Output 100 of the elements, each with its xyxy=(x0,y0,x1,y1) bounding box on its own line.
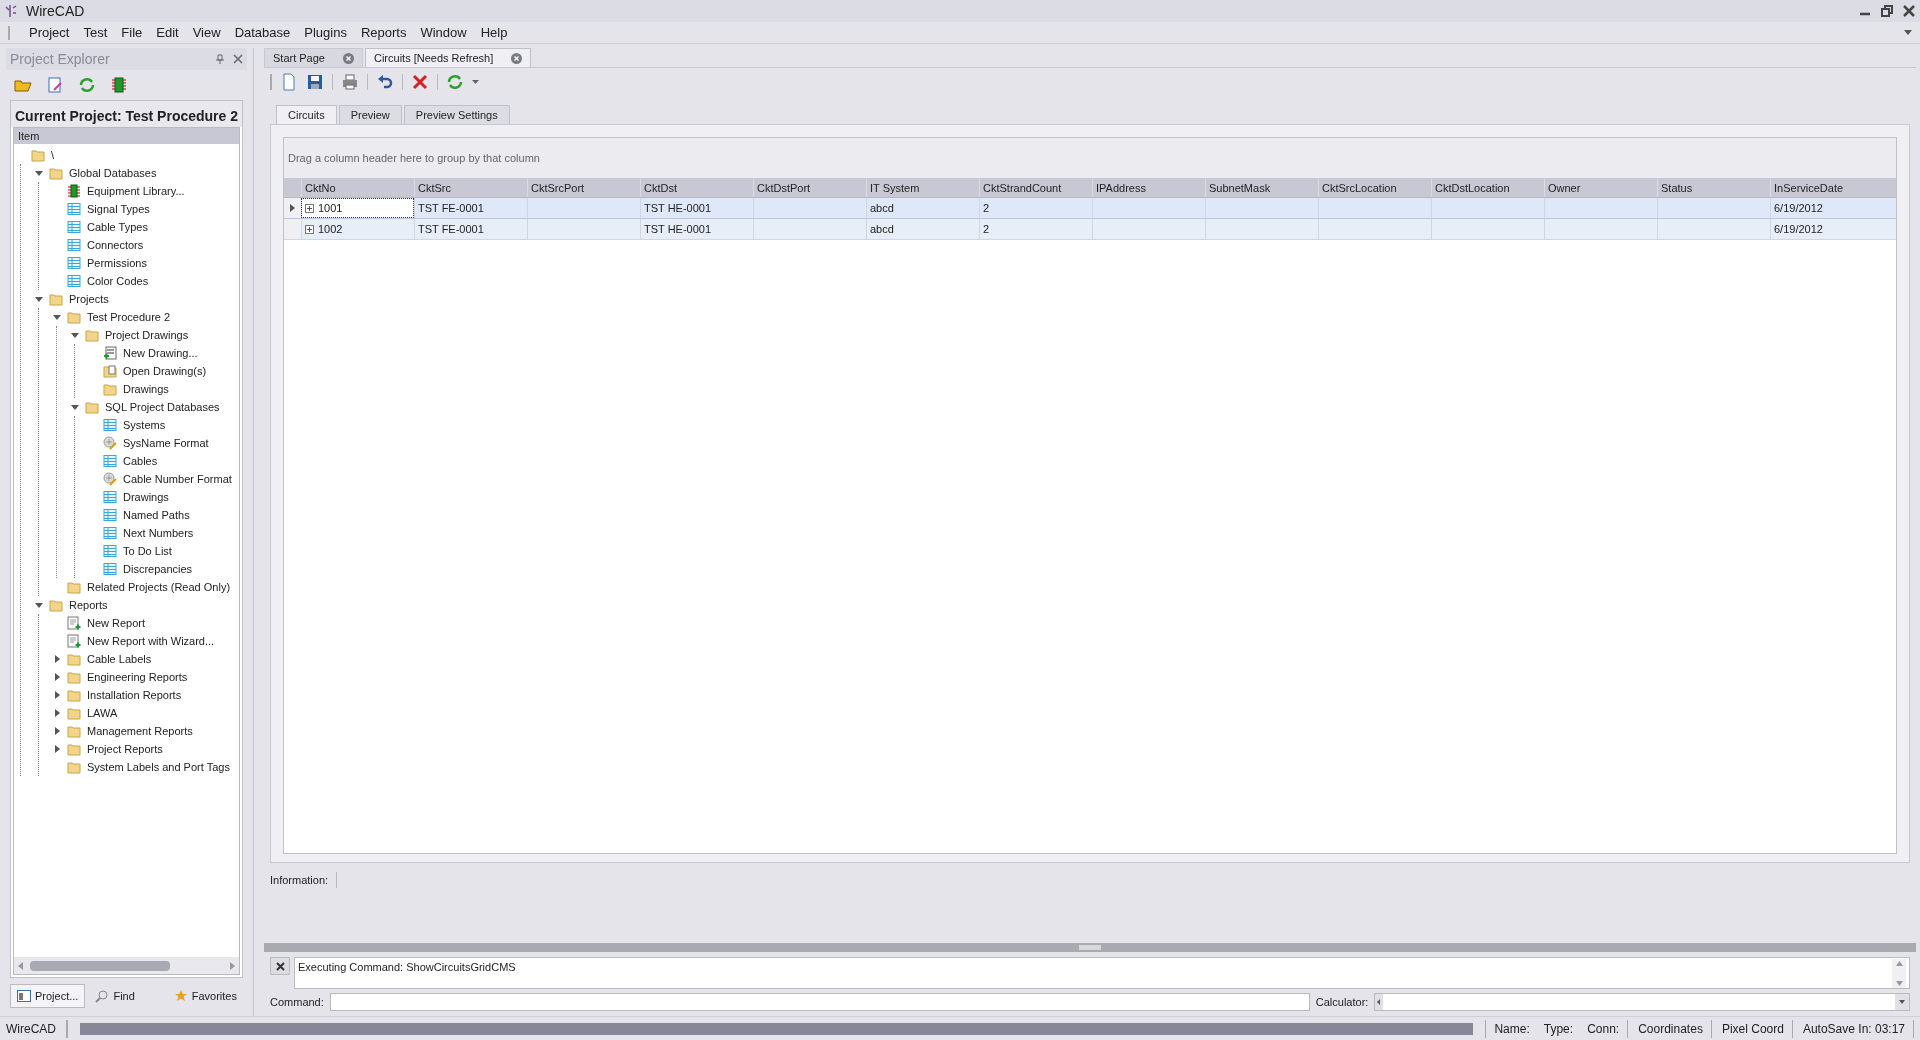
column-header[interactable]: CktNo xyxy=(301,178,414,197)
collapse-arrow-icon[interactable] xyxy=(35,295,43,303)
tree-item[interactable]: To Do List xyxy=(121,542,174,560)
expand-arrow-icon[interactable] xyxy=(53,727,61,735)
tree-item[interactable]: Project Drawings xyxy=(103,326,191,344)
scroll-thumb[interactable] xyxy=(30,960,170,971)
tree-item[interactable]: LAWA xyxy=(85,704,120,722)
menu-item[interactable]: View xyxy=(185,22,228,43)
scroll-down-icon[interactable] xyxy=(1895,981,1903,986)
panel-tab[interactable]: Project... xyxy=(10,984,86,1008)
pin-icon[interactable] xyxy=(215,54,225,64)
first-cell[interactable]: 1002 xyxy=(301,219,414,239)
tree-item[interactable]: Color Codes xyxy=(85,272,151,290)
panel-tab[interactable]: Find xyxy=(89,984,141,1008)
refresh-icon[interactable] xyxy=(78,76,96,94)
menu-item[interactable]: Test xyxy=(76,22,115,43)
column-header[interactable]: CktSrcLocation xyxy=(1318,178,1431,197)
menu-item[interactable]: File xyxy=(114,22,150,43)
tree-item[interactable]: New Report xyxy=(85,614,148,632)
tree-item[interactable]: Next Numbers xyxy=(121,524,196,542)
horizontal-scrollbar[interactable] xyxy=(14,957,239,974)
column-header[interactable]: CktSrcPort xyxy=(527,178,640,197)
tree-item[interactable]: Test Procedure 2 xyxy=(85,308,173,326)
focused-cell[interactable]: 1001 xyxy=(301,198,414,218)
expand-row-icon[interactable] xyxy=(305,224,314,234)
expand-arrow-icon[interactable] xyxy=(53,655,61,663)
menu-item[interactable]: Database xyxy=(227,22,298,43)
close-icon[interactable] xyxy=(1902,4,1916,18)
tree-item[interactable]: Management Reports xyxy=(85,722,195,740)
tree-item[interactable]: Discrepancies xyxy=(121,560,195,578)
delete-icon[interactable] xyxy=(411,73,429,91)
tree-item[interactable]: Signal Types xyxy=(85,200,152,218)
tree-item[interactable]: New Drawing... xyxy=(121,344,200,362)
printer-icon[interactable] xyxy=(341,73,359,91)
tree-item[interactable]: New Report with Wizard... xyxy=(85,632,217,650)
tree-item[interactable]: Equipment Library... xyxy=(85,182,187,200)
menu-item[interactable]: Window xyxy=(413,22,474,43)
restore-icon[interactable] xyxy=(1880,4,1894,18)
column-header[interactable]: CktDst xyxy=(640,178,753,197)
tree-item[interactable]: Related Projects (Read Only) xyxy=(85,578,233,596)
tree-item[interactable]: Engineering Reports xyxy=(85,668,190,686)
tree-item[interactable]: Cable Types xyxy=(85,218,150,236)
tree-item[interactable]: Cables xyxy=(121,452,160,470)
expand-arrow-icon[interactable] xyxy=(53,691,61,699)
tree-item[interactable]: Reports xyxy=(67,596,110,614)
tree-item[interactable]: Project Reports xyxy=(85,740,165,758)
menu-item[interactable]: Reports xyxy=(353,22,414,43)
collapse-arrow-icon[interactable] xyxy=(71,403,79,411)
menu-item[interactable]: Help xyxy=(473,22,515,43)
collapse-arrow-icon[interactable] xyxy=(35,601,43,609)
tree-item[interactable]: Cable Labels xyxy=(85,650,154,668)
close-icon[interactable] xyxy=(233,54,243,64)
tree-item[interactable]: \ xyxy=(49,146,57,164)
column-header[interactable]: SubnetMask xyxy=(1205,178,1318,197)
expand-arrow-icon[interactable] xyxy=(53,709,61,717)
column-header[interactable]: Item xyxy=(14,128,239,144)
document-tab[interactable]: Circuits [Needs Refresh] xyxy=(365,48,532,67)
view-tab[interactable]: Preview xyxy=(338,105,402,124)
refresh-icon[interactable] xyxy=(446,73,464,91)
column-header[interactable]: CktSrc xyxy=(414,178,527,197)
clear-button[interactable] xyxy=(270,957,290,975)
splitter-grip[interactable] xyxy=(1079,945,1101,950)
column-header[interactable]: Status xyxy=(1657,178,1770,197)
menu-item[interactable]: Edit xyxy=(149,22,186,43)
dropdown-caret-icon[interactable] xyxy=(472,79,479,85)
menu-item[interactable]: Plugins xyxy=(297,22,354,43)
tree-item[interactable]: Installation Reports xyxy=(85,686,184,704)
column-header[interactable]: InServiceDate xyxy=(1770,178,1883,197)
column-header[interactable]: CktDstLocation xyxy=(1431,178,1544,197)
calculator-field[interactable] xyxy=(1374,993,1910,1011)
column-header[interactable]: CktStrandCount xyxy=(979,178,1092,197)
tree-item[interactable]: Drawings xyxy=(121,488,171,506)
command-field[interactable] xyxy=(329,993,1310,1011)
tree-item[interactable]: Named Paths xyxy=(121,506,192,524)
column-header[interactable]: Owner xyxy=(1544,178,1657,197)
close-tab-icon[interactable] xyxy=(511,52,523,64)
tree-item[interactable]: Global Databases xyxy=(67,164,159,182)
row-header[interactable] xyxy=(284,198,301,218)
document-tab[interactable]: Start Page xyxy=(264,48,363,67)
column-header[interactable]: CktDstPort xyxy=(753,178,866,197)
table-row[interactable]: 1001 TST FE-0001 TST HE-0001 abcd 2 6/19/2012 xyxy=(284,198,1896,219)
menu-item[interactable]: Project xyxy=(22,22,77,43)
close-tab-icon[interactable] xyxy=(343,52,354,64)
save-icon[interactable] xyxy=(306,73,324,91)
tree-item[interactable]: Connectors xyxy=(85,236,146,254)
edit-document-icon[interactable] xyxy=(46,76,64,94)
dropdown-caret-icon[interactable] xyxy=(1904,29,1912,36)
tree-item[interactable]: SQL Project Databases xyxy=(103,398,222,416)
view-tab[interactable]: Preview Settings xyxy=(403,105,510,124)
scroll-up-icon[interactable] xyxy=(1895,961,1903,966)
tree-item[interactable]: Systems xyxy=(121,416,168,434)
column-header[interactable]: IPAddress xyxy=(1092,178,1205,197)
tree-item[interactable]: SysName Format xyxy=(121,434,211,452)
undo-icon[interactable] xyxy=(376,73,394,91)
expand-arrow-icon[interactable] xyxy=(53,673,61,681)
expand-arrow-icon[interactable] xyxy=(53,745,61,753)
tree-item[interactable]: Projects xyxy=(67,290,111,308)
column-header[interactable]: IT System xyxy=(866,178,979,197)
collapse-arrow-icon[interactable] xyxy=(35,169,43,177)
collapse-arrow-icon[interactable] xyxy=(53,313,61,321)
